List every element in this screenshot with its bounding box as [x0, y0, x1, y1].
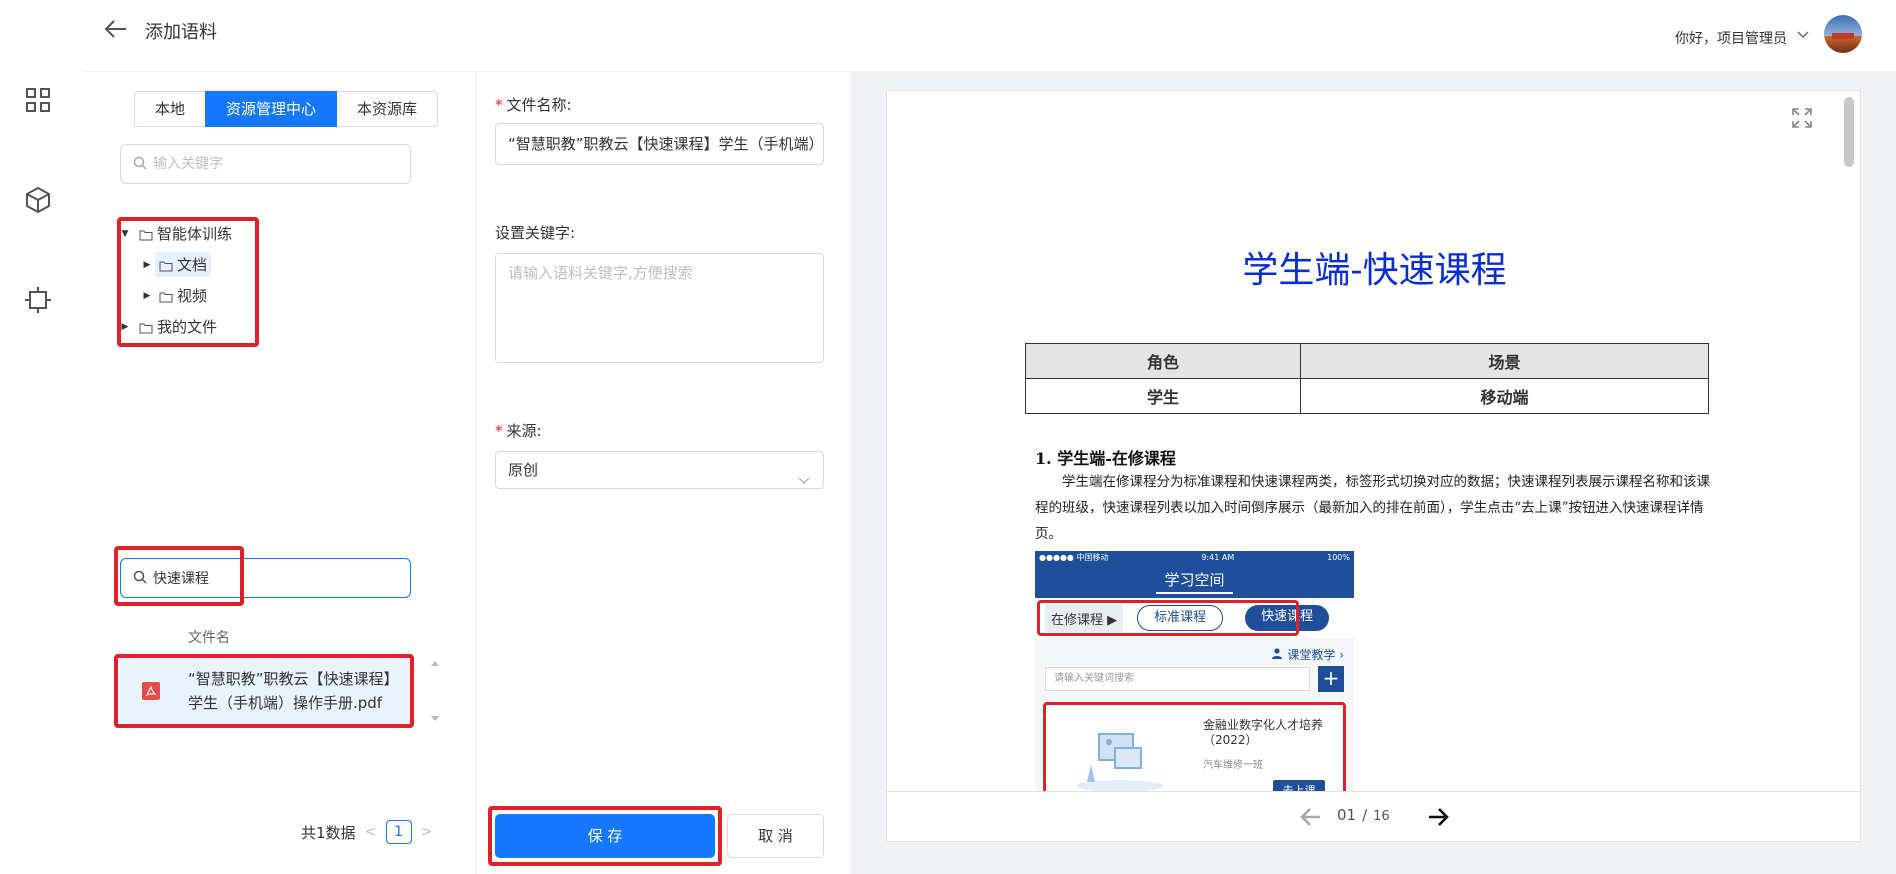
save-button[interactable]: 保 存: [495, 814, 715, 858]
phone-current-tab: 在修课程 ▶: [1045, 604, 1124, 632]
table-header-cell: 场景: [1299, 343, 1710, 379]
tree-search-box: [120, 144, 411, 184]
phone-link: 课堂教学 ›: [1035, 638, 1354, 662]
table-scrollbar[interactable]: [429, 658, 441, 724]
viewer-scroll-thumb[interactable]: [1844, 97, 1854, 167]
file-search-box: [120, 558, 411, 598]
search-icon: [133, 569, 147, 588]
caret-right-icon[interactable]: ▶: [139, 288, 155, 304]
phone-tab-standard: 标准课程: [1137, 605, 1224, 631]
phone-search: 请输入关键词搜索 +: [1035, 662, 1354, 696]
doc-title: 学生端-快速课程: [1242, 250, 1507, 291]
tree-node-root2[interactable]: ▶ 我的文件: [117, 311, 257, 342]
user-icon: [1271, 648, 1288, 662]
top-header: 添加语料 你好，项目管理员: [83, 0, 1896, 72]
cancel-button[interactable]: 取 消: [727, 814, 824, 858]
folder-icon: [139, 227, 155, 241]
filename-input[interactable]: “智慧职教”职教云【快速课程】学生（手机端）操作手册: [495, 123, 824, 165]
filename-label: * 文件名称:: [495, 96, 572, 114]
tree-search-input[interactable]: [153, 156, 403, 172]
phone-tab-quick: 快速课程: [1245, 605, 1330, 631]
prev-page-button[interactable]: <: [362, 824, 380, 840]
tree-node-docs[interactable]: ▶ 文档: [117, 249, 257, 280]
crop-icon[interactable]: [22, 284, 54, 316]
source-select[interactable]: 原创: [495, 451, 824, 489]
nav-rail: [0, 0, 83, 874]
document-viewer: 学生端-快速课程 角色 场景 学生 移动端 1. 学生端-在修课程 学生端在修课…: [886, 90, 1861, 842]
section-heading: 1. 学生端-在修课程: [1035, 449, 1176, 468]
pdf-icon: [142, 682, 160, 700]
course-image-icon: [1075, 724, 1165, 791]
phone-search-box: 请输入关键词搜索: [1045, 667, 1310, 691]
fullscreen-icon[interactable]: [1790, 106, 1814, 130]
folder-tree: ▼ 智能体训练 ▶ 文档 ▶ 视频 ▶ 我的文件: [117, 218, 257, 342]
back-arrow-icon[interactable]: [103, 16, 129, 42]
phone-plus-icon: +: [1318, 666, 1344, 692]
file-name: “智慧职教”职教云【快速课程】学生（手机端）操作手册.pdf: [188, 670, 399, 712]
resource-picker-panel: 本地 资源管理中心 本资源库 ▼ 智能体训练 ▶: [83, 72, 475, 874]
tree-label: 智能体训练: [157, 225, 233, 243]
table-cell: 移动端: [1299, 378, 1710, 414]
chevron-down-icon: [797, 464, 811, 484]
source-label: * 来源:: [495, 422, 542, 440]
pagination: 共1数据 < 1 >: [301, 820, 442, 844]
folder-icon: [139, 320, 155, 334]
next-page-button[interactable]: >: [418, 824, 436, 840]
tree-node-docs-label: 文档: [155, 252, 212, 277]
viewer-pagination: 01/16: [887, 791, 1860, 841]
folder-icon: [159, 289, 175, 303]
keywords-textarea[interactable]: 请输入语料关键字,方便搜索: [495, 253, 824, 363]
page-title: 添加语料: [145, 22, 217, 43]
chevron-down-icon[interactable]: [1795, 26, 1811, 42]
caret-right-icon[interactable]: ▶: [139, 257, 155, 273]
tree-node-videos-label: 视频: [155, 283, 211, 308]
corpus-form-panel: *文件名称: “智慧职教”职教云【快速课程】学生（手机端）操作手册 设置关键字:…: [476, 72, 850, 874]
source-tabs: 本地 资源管理中心 本资源库: [134, 91, 439, 127]
arrow-right-icon[interactable]: [1427, 807, 1449, 827]
course-class: 汽车维修一班: [1203, 760, 1263, 771]
phone-tabs: 在修课程 ▶ 标准课程 快速课程: [1035, 598, 1354, 638]
caret-down-icon[interactable]: ▼: [117, 226, 133, 242]
search-icon: [133, 155, 147, 174]
phone-status-bar: ●●●●● 中国移动 9:41 AM 100%: [1035, 551, 1354, 563]
user-greeting[interactable]: 你好，项目管理员: [1675, 28, 1787, 48]
tree-label: 我的文件: [157, 318, 218, 336]
document-page: 学生端-快速课程 角色 场景 学生 移动端 1. 学生端-在修课程 学生端在修课…: [887, 91, 1842, 791]
tree-label: 视频: [177, 287, 208, 305]
table-header-cell: 角色: [1025, 343, 1301, 379]
table-cell: 学生: [1025, 378, 1301, 414]
page-number[interactable]: 1: [385, 820, 412, 844]
page-indicator: 01/16: [1337, 806, 1390, 824]
tree-node-videos[interactable]: ▶ 视频: [117, 280, 257, 311]
file-table-header: 文件名: [120, 618, 411, 658]
tab-local[interactable]: 本地: [134, 91, 207, 127]
avatar[interactable]: [1824, 15, 1862, 53]
grid-icon[interactable]: [22, 84, 54, 116]
section-body: 学生端在修课程分为标准课程和快速课程两类，标签形式切换对应的数据；快速课程列表展…: [1035, 474, 1710, 542]
current-page: 01: [1337, 806, 1357, 824]
viewer-scrollbar[interactable]: [1844, 97, 1854, 787]
tab-this-library[interactable]: 本资源库: [336, 91, 439, 127]
file-search-input[interactable]: [153, 570, 403, 586]
document-preview-panel: 学生端-快速课程 角色 场景 学生 移动端 1. 学生端-在修课程 学生端在修课…: [851, 72, 1896, 874]
tab-resource-center[interactable]: 资源管理中心: [205, 91, 338, 127]
phone-title: 学习空间: [1035, 563, 1354, 598]
total-pages: 16: [1373, 809, 1390, 824]
role-table: 角色 场景 学生 移动端: [1025, 343, 1710, 414]
folder-icon: [159, 258, 175, 272]
go-to-class-button: 去上课: [1273, 780, 1325, 791]
source-select-value: 原创: [508, 461, 539, 479]
phone-screenshot: ●●●●● 中国移动 9:41 AM 100% 学习空间 在修课程 ▶ 标准课程…: [1035, 551, 1354, 791]
cube-icon[interactable]: [22, 184, 54, 216]
tree-node-root1[interactable]: ▼ 智能体训练: [117, 218, 257, 249]
table-row[interactable]: “智慧职教”职教云【快速课程】学生（手机端）操作手册.pdf: [120, 658, 411, 724]
caret-right-icon[interactable]: ▶: [117, 319, 133, 335]
arrow-left-icon[interactable]: [1300, 807, 1322, 827]
total-count: 共1数据: [301, 823, 356, 842]
course-title: 金融业数字化人才培养（2022）: [1203, 718, 1324, 747]
tree-label: 文档: [177, 256, 208, 274]
phone-course-card: 金融业数字化人才培养（2022） 汽车维修一班 去上课: [1043, 702, 1346, 791]
keywords-label: 设置关键字:: [495, 224, 576, 242]
